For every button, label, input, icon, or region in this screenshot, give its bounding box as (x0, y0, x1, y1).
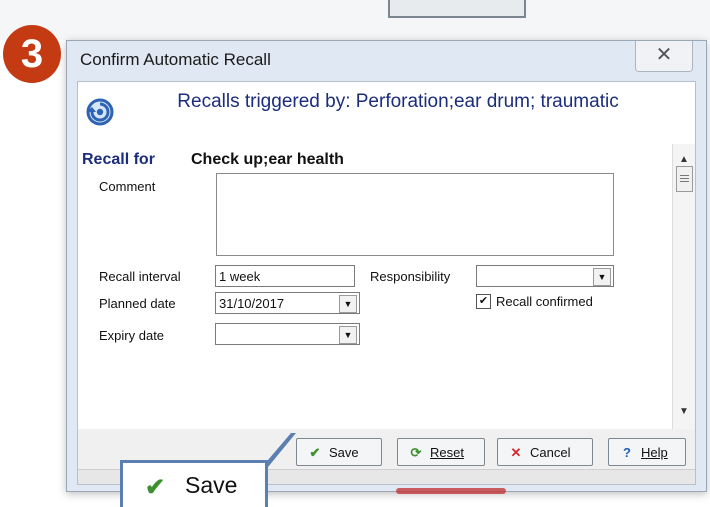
recall-logo-icon (86, 98, 114, 126)
background-window (0, 0, 710, 40)
expiry-date-label: Expiry date (99, 328, 165, 343)
reset-button[interactable]: ⟳ Reset (397, 438, 485, 466)
cancel-label: Cancel (530, 445, 571, 460)
dialog-header: Recalls triggered by: Perforation;ear dr… (78, 82, 695, 145)
callout-save-label: Save (185, 472, 238, 498)
scrollbar-thumb[interactable] (676, 166, 693, 192)
dialog-title: Confirm Automatic Recall (80, 50, 271, 69)
recall-for-value: Check up;ear health (191, 151, 344, 168)
dialog-client: Recalls triggered by: Perforation;ear dr… (77, 81, 696, 485)
expiry-date-picker[interactable]: ▼ (215, 323, 360, 345)
chevron-down-icon[interactable]: ▼ (339, 326, 357, 344)
refresh-icon: ⟳ (410, 445, 422, 460)
responsibility-dropdown[interactable]: ▼ (476, 265, 614, 287)
save-label: Save (329, 445, 359, 460)
header-title: Recalls triggered by: Perforation;ear dr… (177, 91, 619, 112)
save-zoom-callout: ✔ Save (120, 460, 268, 507)
help-label: Help (641, 445, 668, 460)
scroll-up-icon[interactable]: ▲ (679, 154, 689, 165)
recall-interval-label: Recall interval (99, 269, 181, 284)
step-badge: 3 (3, 25, 61, 83)
save-button[interactable]: ✔ Save (296, 438, 382, 466)
recall-confirmed-label: Recall confirmed (496, 294, 593, 309)
x-icon: ✕ (510, 445, 522, 460)
comment-textarea[interactable] (216, 173, 614, 256)
planned-date-picker[interactable]: 31/10/2017 ▼ (215, 292, 360, 314)
planned-date-label: Planned date (99, 296, 176, 311)
recall-confirmed-checkbox[interactable]: ✔ (476, 294, 491, 309)
chevron-down-icon[interactable]: ▼ (339, 295, 357, 313)
checkmark-icon: ✔ (309, 445, 321, 460)
recall-interval-field[interactable]: 1 week (215, 265, 355, 287)
checkmark-icon: ✔ (145, 474, 166, 501)
responsibility-label: Responsibility (370, 269, 451, 284)
question-icon: ? (623, 445, 631, 460)
close-icon: ✕ (655, 44, 673, 66)
scroll-down-icon[interactable]: ▼ (679, 406, 689, 417)
background-red-bar (396, 488, 506, 494)
vertical-scrollbar[interactable]: ▲ ▼ (672, 144, 695, 429)
comment-label: Comment (99, 179, 156, 194)
confirm-recall-dialog: Confirm Automatic Recall ✕ Recalls trigg… (66, 40, 707, 492)
recall-for-label: Recall for (82, 151, 155, 168)
close-button[interactable]: ✕ (635, 41, 693, 72)
cancel-button[interactable]: ✕ Cancel (497, 438, 593, 466)
planned-date-value: 31/10/2017 (219, 296, 285, 311)
recall-form: Recall for Check up;ear health Comment R… (78, 144, 672, 429)
reset-label: Reset (430, 445, 464, 460)
chevron-down-icon[interactable]: ▼ (593, 268, 611, 286)
help-button[interactable]: ? Help (608, 438, 686, 466)
background-tab (388, 0, 526, 18)
